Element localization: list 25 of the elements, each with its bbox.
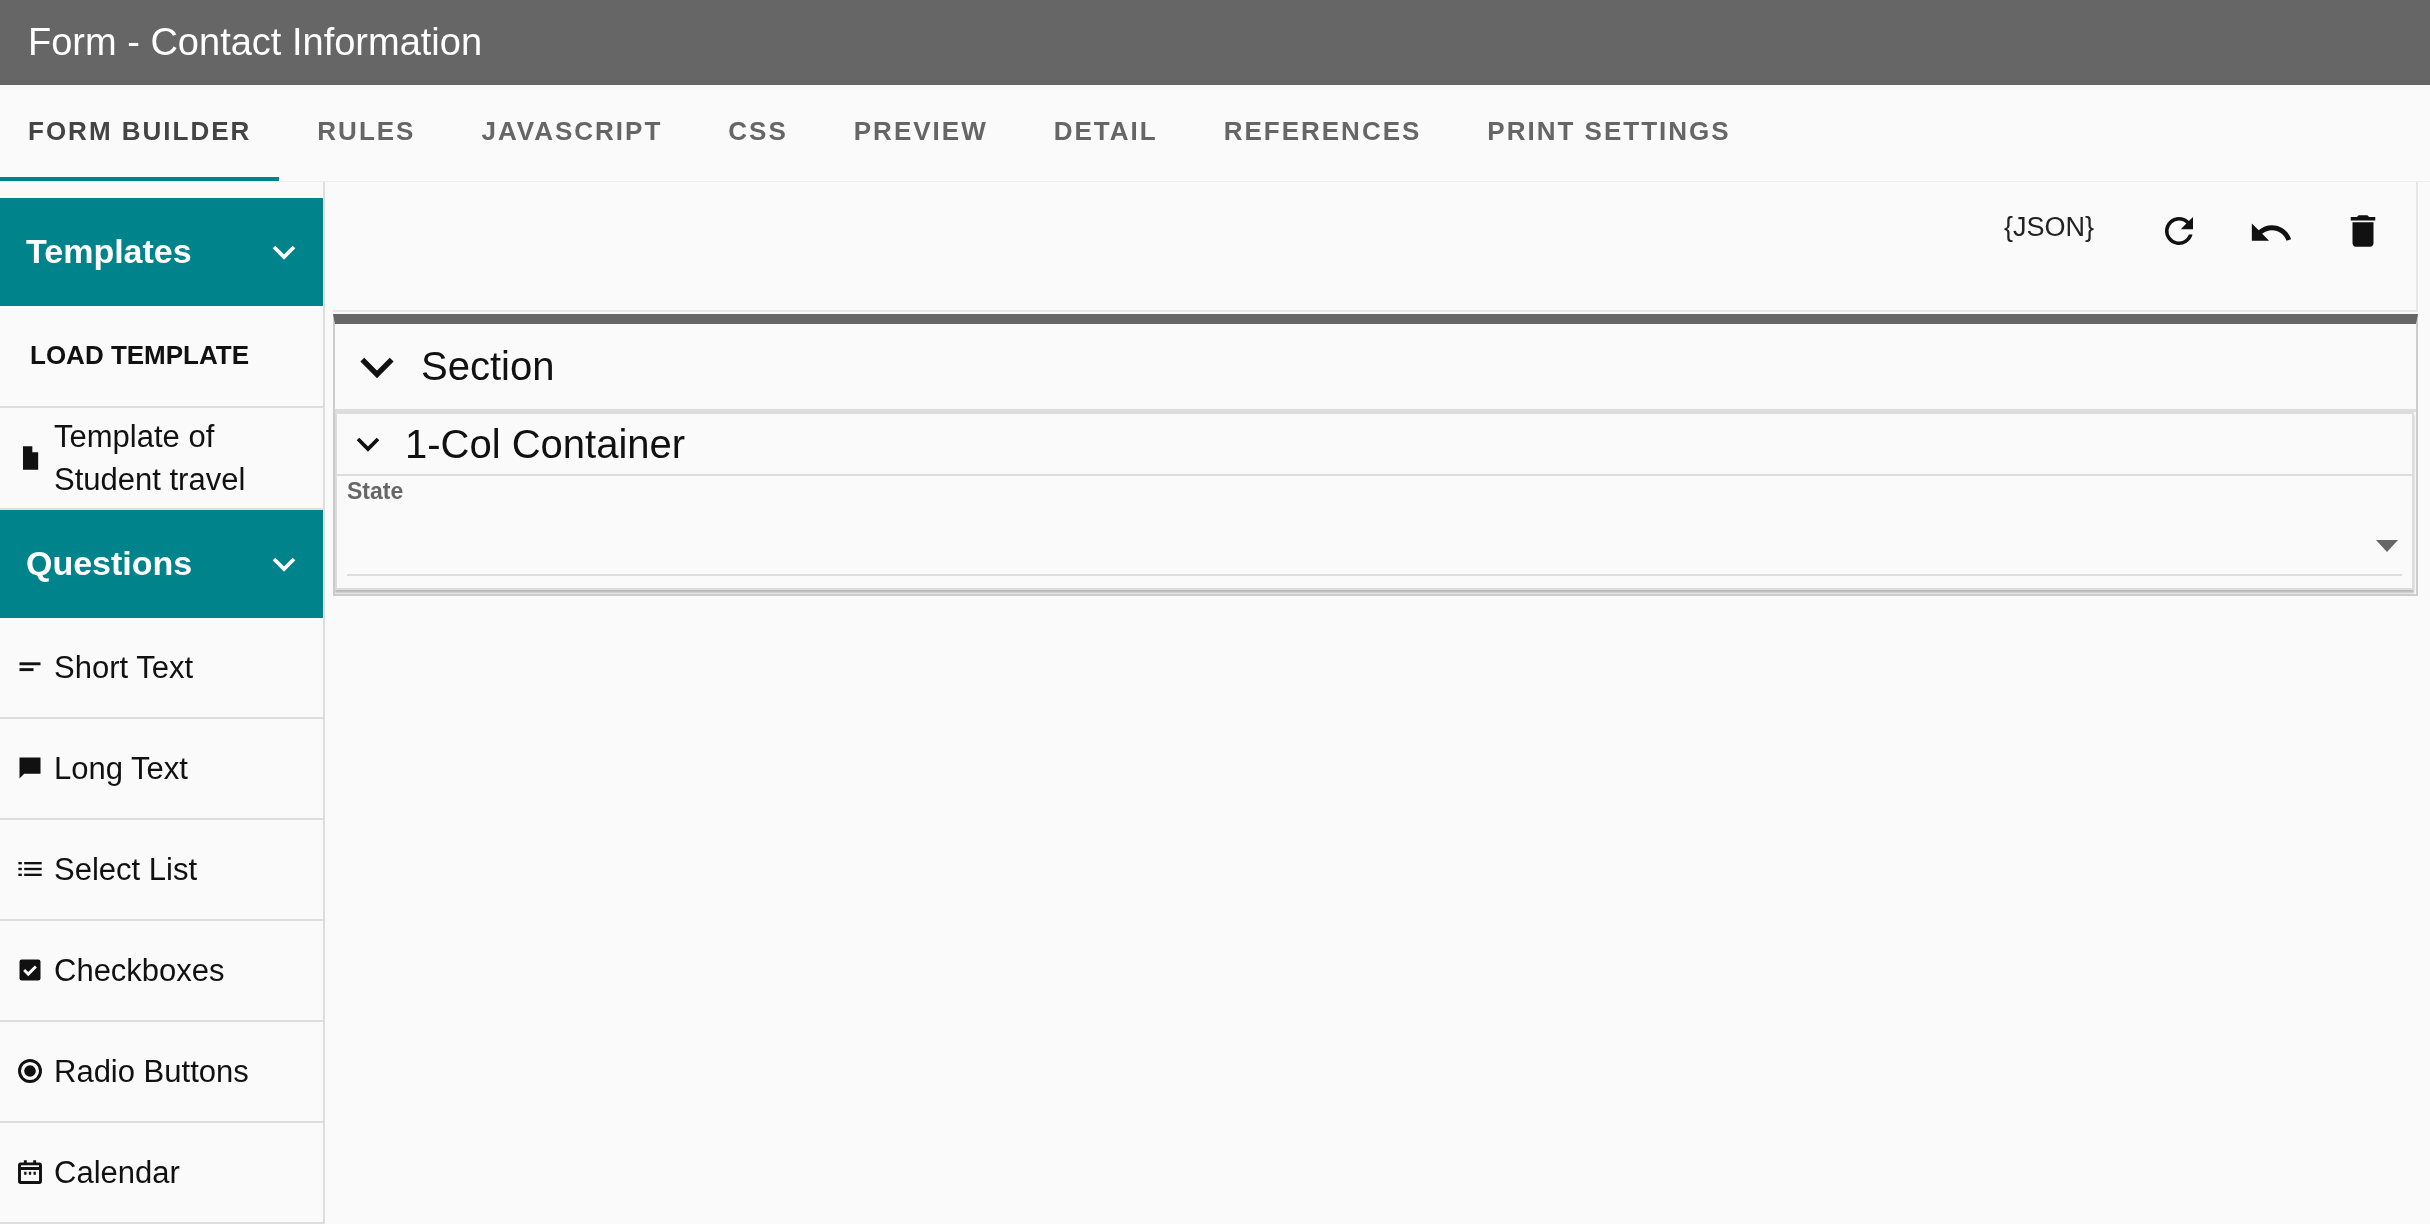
tab[interactable]: RULES <box>289 85 444 181</box>
group-header[interactable]: Questions <box>0 509 323 618</box>
tab[interactable]: CSS <box>700 85 816 181</box>
tab[interactable]: PRINT SETTINGS <box>1459 85 1759 181</box>
dropdown-caret-icon <box>2376 540 2398 552</box>
tab[interactable]: DETAIL <box>1025 85 1186 181</box>
question-type-item[interactable]: Short Text <box>0 617 323 719</box>
section-title: Section <box>421 344 555 389</box>
question-type-item[interactable]: Select List <box>0 819 323 921</box>
select-field[interactable]: State <box>347 476 2402 576</box>
question-type-item[interactable]: Checkboxes <box>0 920 323 1022</box>
tab[interactable]: REFERENCES <box>1195 85 1450 181</box>
json-button[interactable]: {JSON} <box>1983 206 2114 249</box>
question-type-item[interactable]: Long Text <box>0 718 323 820</box>
group-header[interactable]: Templates <box>0 198 323 306</box>
tab[interactable]: FORM BUILDER <box>0 85 280 181</box>
tab[interactable]: PREVIEW <box>825 85 1016 181</box>
question-type-item[interactable]: Calendar <box>0 1123 323 1224</box>
tab[interactable]: JAVASCRIPT <box>453 85 691 181</box>
window-title: Form - Contact Information <box>28 21 483 64</box>
question-type-item[interactable]: Radio Buttons <box>0 1021 323 1123</box>
container-title: 1-Col Container <box>405 421 686 467</box>
load-template-button[interactable]: LOAD TEMPLATE <box>16 332 264 380</box>
calendar-icon <box>16 1158 44 1187</box>
radio-button-icon <box>16 1057 44 1086</box>
